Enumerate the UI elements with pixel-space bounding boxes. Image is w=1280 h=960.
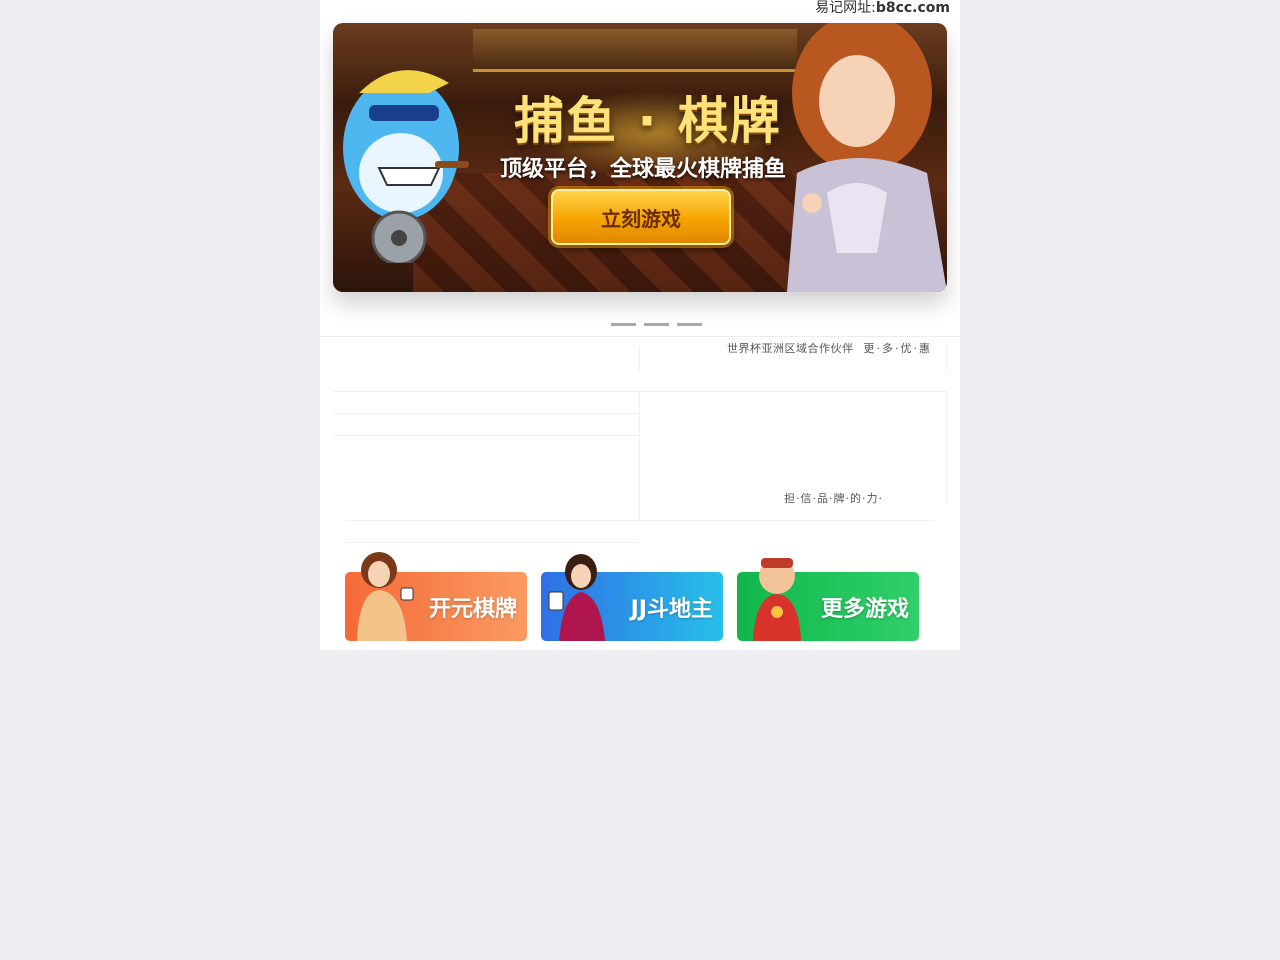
game-tile-label: 更多游戏 <box>820 596 909 622</box>
fortune-man-icon <box>753 558 801 641</box>
carousel-dot[interactable] <box>611 323 636 326</box>
queen-woman-icon <box>548 554 605 641</box>
carousel-dot[interactable] <box>677 323 702 326</box>
grid-line <box>333 435 639 436</box>
dealer-woman-icon <box>357 552 414 641</box>
site-url: 易记网址:b8cc.com <box>815 0 950 17</box>
section-divider <box>320 336 960 337</box>
grid-line <box>345 520 935 521</box>
site-url-prefix: 易记网址: <box>815 0 876 16</box>
grid-line <box>946 391 947 501</box>
game-tile-kaiyuan[interactable]: 开元棋牌 <box>345 552 527 641</box>
grid-line <box>639 391 640 521</box>
grid-line <box>345 542 639 543</box>
grid-line <box>946 346 947 372</box>
promo-banner[interactable]: 捕鱼 · 棋牌 顶级平台，全球最火棋牌捕鱼 立刻游戏 <box>333 23 947 292</box>
grid-line <box>333 413 639 414</box>
carousel-dot[interactable] <box>644 323 669 326</box>
site-url-domain[interactable]: b8cc.com <box>876 0 950 16</box>
partner-promo: 世界杯亚洲区域合作伙伴 更·多·优·惠 <box>727 340 932 356</box>
banner-subtitle: 顶级平台，全球最火棋牌捕鱼 <box>499 157 786 182</box>
banner-wall-decoration <box>473 29 797 72</box>
game-tile-more-games[interactable]: 更多游戏 <box>737 558 919 641</box>
game-tile-label: JJ斗地主 <box>630 596 713 622</box>
partner-text: 世界杯亚洲区域合作伙伴 <box>727 342 854 355</box>
brand-slogan: 担·信·品·牌·的·力· <box>784 492 883 505</box>
game-tile-jj-doudizhu[interactable]: JJ斗地主 <box>541 554 723 641</box>
mobile-page: 易记网址:b8cc.com 捕鱼 · 棋牌 顶级平台，全球最火棋牌捕鱼 立刻游戏 <box>320 0 960 650</box>
more-offers-link[interactable]: 更·多·优·惠 <box>864 342 933 355</box>
play-now-button[interactable]: 立刻游戏 <box>551 189 731 245</box>
grid-line <box>333 391 947 392</box>
game-tile-label: 开元棋牌 <box>428 596 517 622</box>
carousel-indicators <box>611 323 702 326</box>
banner-title: 捕鱼 · 棋牌 <box>514 92 782 150</box>
grid-line <box>639 346 640 372</box>
